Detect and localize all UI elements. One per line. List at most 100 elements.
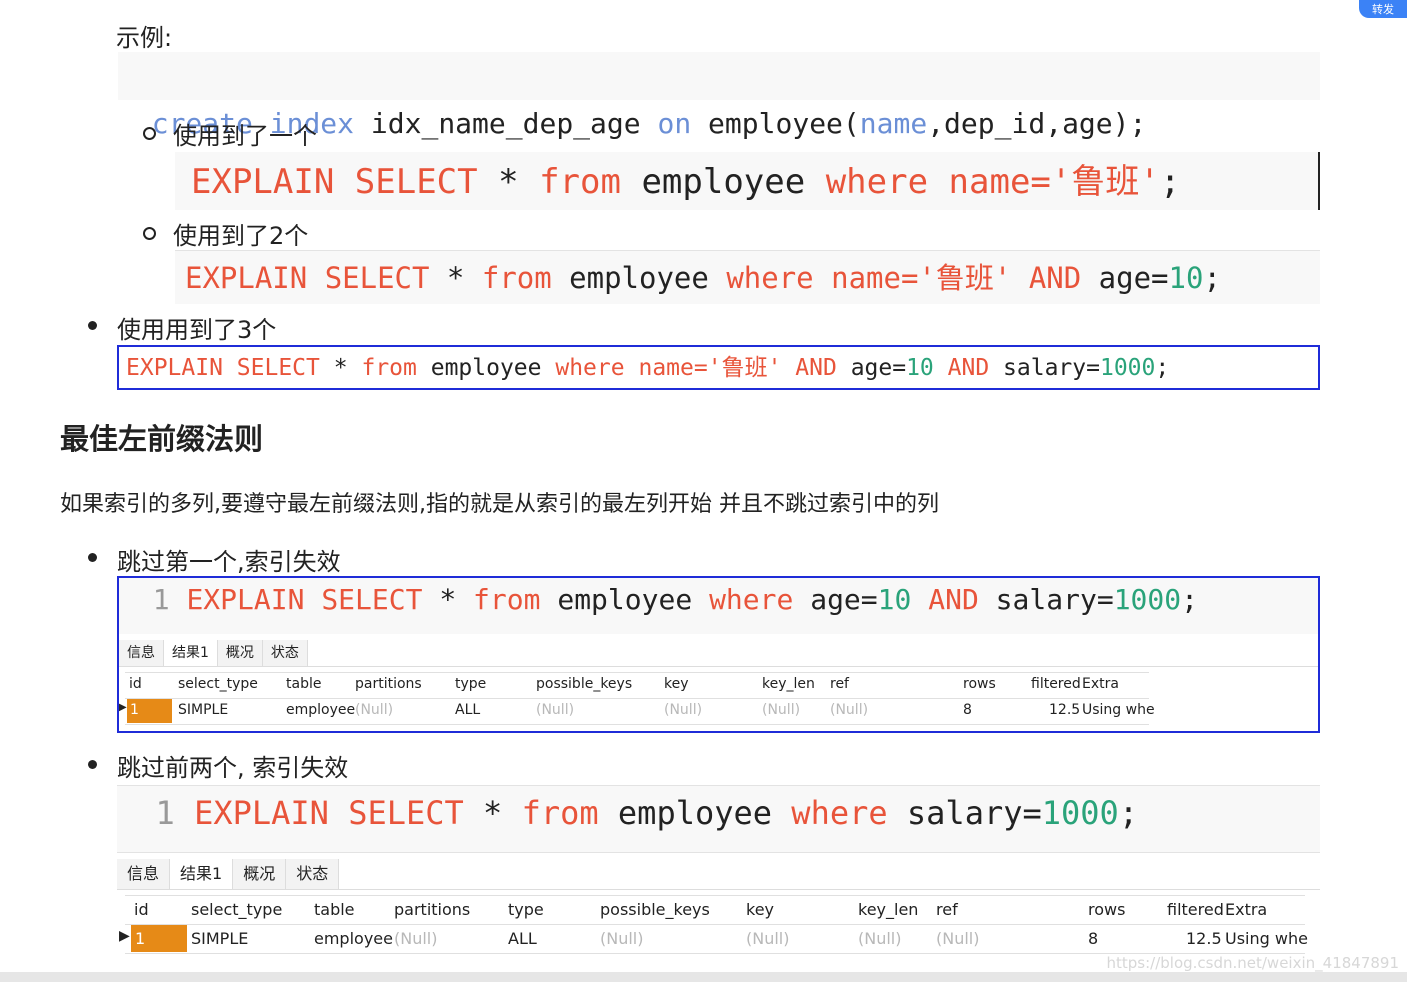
share-badge[interactable]: 转发 — [1359, 0, 1407, 18]
cell-extra[interactable]: Using whe — [1225, 929, 1308, 948]
cell-partitions[interactable]: (Null) — [394, 929, 437, 948]
tab-status[interactable]: 状态 — [262, 640, 308, 666]
cell-partitions[interactable]: (Null) — [355, 702, 393, 718]
col-header[interactable]: id — [134, 900, 149, 919]
and-kw: AND — [795, 355, 837, 381]
col-header[interactable]: Extra — [1082, 676, 1119, 692]
cell-id[interactable]: 1 — [135, 929, 145, 948]
col-header[interactable]: table — [314, 900, 355, 919]
table: employee — [641, 162, 806, 202]
cell-key-len[interactable]: (Null) — [858, 929, 901, 948]
num: 10 — [1168, 261, 1204, 295]
where-kw: where — [825, 162, 929, 202]
explain-kw: EXPLAIN — [186, 583, 305, 616]
star: * — [498, 162, 519, 202]
cell-type[interactable]: ALL — [455, 702, 480, 718]
col-header[interactable]: rows — [1088, 900, 1125, 919]
and2-kw: AND — [947, 355, 990, 381]
table: employee — [557, 583, 693, 616]
cell-table[interactable]: employee — [286, 702, 355, 718]
explain-kw: EXPLAIN — [185, 261, 308, 295]
select-kw: SELECT — [324, 261, 430, 295]
watermark: https://blog.csdn.net/weixin_41847891 — [1106, 954, 1399, 972]
col-header[interactable]: key — [746, 900, 774, 919]
skip-two-screenshot: 1 EXPLAIN SELECT * from employee where s… — [117, 785, 1320, 955]
col-header[interactable]: select_type — [191, 900, 282, 919]
col-header[interactable]: key_len — [858, 900, 918, 919]
cell-filtered[interactable]: 12.5 — [1049, 702, 1080, 718]
cell-ref[interactable]: (Null) — [936, 929, 979, 948]
bottom-scrollbar[interactable] — [0, 972, 1407, 982]
cell-extra[interactable]: Using whe — [1082, 702, 1155, 718]
cond2: age= — [1098, 261, 1169, 295]
col-header[interactable]: rows — [963, 676, 996, 692]
col-header[interactable]: type — [455, 676, 486, 692]
cell-key[interactable]: (Null) — [664, 702, 702, 718]
col-header[interactable]: table — [286, 676, 321, 692]
tab-profile[interactable]: 概况 — [233, 859, 287, 889]
col-header[interactable]: key — [664, 676, 689, 692]
cond2: age= — [850, 355, 907, 381]
cond: name= — [948, 162, 1051, 202]
tab-result1[interactable]: 结果1 — [164, 640, 218, 666]
tab-info[interactable]: 信息 — [117, 859, 171, 889]
num: 10 — [906, 355, 934, 381]
section-title: 最佳左前缀法则 — [60, 422, 264, 456]
sql-skip-two: 1 EXPLAIN SELECT * from employee where s… — [117, 785, 1320, 853]
col-header[interactable]: select_type — [178, 676, 258, 692]
select-kw: SELECT — [348, 794, 464, 832]
sql-three-columns: EXPLAIN SELECT * from employee where nam… — [117, 345, 1320, 390]
cell-select-type[interactable]: SIMPLE — [178, 702, 228, 718]
create-index-code: create index idx_name_dep_age on employe… — [118, 52, 1320, 140]
section-description: 如果索引的多列,要遵守最左前缀法则,指的就是从索引的最左列开始 并且不跳过索引中… — [60, 492, 939, 517]
column-name: name — [859, 107, 928, 140]
col-header[interactable]: partitions — [355, 676, 422, 692]
cell-rows[interactable]: 8 — [963, 702, 972, 718]
cell-table[interactable]: employee — [314, 929, 393, 948]
cell-select-type[interactable]: SIMPLE — [191, 929, 248, 948]
tab-info[interactable]: 信息 — [119, 640, 164, 666]
cell-possible-keys[interactable]: (Null) — [600, 929, 643, 948]
cell-key-len[interactable]: (Null) — [762, 702, 800, 718]
from-kw: from — [521, 794, 599, 832]
num: 1000 — [1041, 794, 1119, 832]
cell-rows[interactable]: 8 — [1088, 929, 1098, 948]
cell-ref[interactable]: (Null) — [830, 702, 868, 718]
explain-kw: EXPLAIN — [191, 162, 335, 202]
row-pointer-icon: ▶ — [119, 702, 127, 713]
cond2: salary= — [995, 583, 1114, 616]
bullet-one-index: 使用到了一个 — [173, 122, 317, 150]
table: employee — [617, 794, 773, 832]
col-header[interactable]: key_len — [762, 676, 815, 692]
col-header[interactable]: filtered — [1167, 900, 1224, 919]
bullet-skip-first: 跳过第一个,索引失效 — [117, 548, 341, 576]
bullet-three-index: 使用用到了3个 — [117, 316, 277, 344]
result-tabs: 信息 结果1 概况 状态 — [117, 859, 1320, 890]
col-header[interactable]: partitions — [394, 900, 470, 919]
result-grid: id select_type table partitions type pos… — [117, 895, 1308, 954]
col-header[interactable]: ref — [936, 900, 958, 919]
col-header[interactable]: possible_keys — [600, 900, 710, 919]
explain-kw: EXPLAIN — [194, 794, 329, 832]
sql-two-columns: EXPLAIN SELECT * from employee where nam… — [175, 250, 1320, 304]
col-header[interactable]: Extra — [1225, 900, 1267, 919]
tab-status[interactable]: 状态 — [286, 859, 340, 889]
cell-possible-keys[interactable]: (Null) — [536, 702, 574, 718]
col-header[interactable]: type — [508, 900, 544, 919]
tab-result1[interactable]: 结果1 — [170, 859, 234, 889]
cell-type[interactable]: ALL — [508, 929, 537, 948]
col-header[interactable]: filtered — [1031, 676, 1081, 692]
col-header[interactable]: ref — [830, 676, 849, 692]
cell-filtered[interactable]: 12.5 — [1186, 929, 1222, 948]
tab-profile[interactable]: 概况 — [217, 640, 263, 666]
dot-bullet — [88, 553, 97, 562]
col-header[interactable]: id — [129, 676, 142, 692]
where-kw: where — [709, 583, 794, 616]
on-keyword: on — [657, 107, 692, 140]
cell-id[interactable]: 1 — [130, 702, 139, 718]
col-header[interactable]: possible_keys — [536, 676, 632, 692]
star: * — [333, 355, 348, 381]
num2: 1000 — [1099, 355, 1156, 381]
value: '鲁班' — [918, 261, 1012, 295]
cell-key[interactable]: (Null) — [746, 929, 789, 948]
